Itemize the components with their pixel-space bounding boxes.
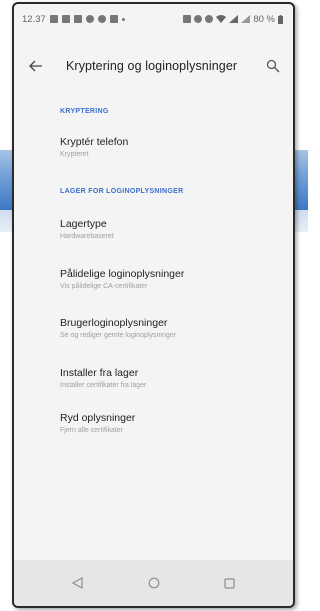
instagram-icon — [97, 15, 106, 23]
list-item-title: Ryd oplysninger — [60, 412, 136, 424]
list-item-title: Installer fra lager — [60, 367, 139, 379]
word-icon — [109, 15, 118, 23]
list-item-title: Lagertype — [60, 218, 107, 230]
status-time: 12.37 — [22, 13, 46, 25]
nav-home-icon[interactable] — [147, 576, 161, 590]
arrow-left-icon[interactable] — [24, 54, 48, 78]
navigation-bar — [14, 560, 293, 606]
list-item-summary: Fjern alle certifikater — [60, 427, 124, 434]
section-header-credential-storage: LAGER FOR LOGINOPLYSNINGER — [60, 188, 184, 195]
toolbar: Kryptering og loginoplysninger — [14, 48, 293, 84]
list-item-title: Pålidelige loginoplysninger — [60, 268, 185, 280]
battery-percent: 80 % — [253, 13, 275, 25]
phone-frame: 12.37 80 % Kryptering og loginoplysninge… — [12, 2, 295, 608]
list-item-trusted-credentials[interactable]: Pålidelige loginoplysninger Vis pålideli… — [60, 268, 283, 304]
list-item-encrypt-phone[interactable]: Kryptér telefon Krypteret — [60, 136, 283, 172]
list-item-title: Brugerloginoplysninger — [60, 317, 168, 329]
page-title: Kryptering og loginoplysninger — [66, 59, 238, 73]
list-item-summary: Krypteret — [60, 151, 89, 158]
list-item-user-credentials[interactable]: Brugerloginoplysninger Se og rediger gem… — [60, 317, 283, 353]
mail-icon — [49, 15, 58, 23]
bluetooth-icon — [194, 15, 203, 23]
nav-back-icon[interactable] — [71, 576, 85, 590]
list-item-summary: Se og rediger gemte loginoplysninger — [60, 332, 176, 339]
app-notification-icon — [85, 15, 94, 23]
status-bar: 12.37 80 % — [14, 4, 293, 34]
list-item-storage-type[interactable]: Lagertype Hardwarebaseret — [60, 218, 283, 254]
section-header-kryptering: KRYPTERING — [60, 108, 109, 115]
list-item-summary: Vis pålidelige CA-certifikater — [60, 283, 148, 290]
search-icon[interactable] — [261, 54, 285, 78]
more-notifications-icon — [121, 17, 125, 21]
list-item-summary: Hardwarebaseret — [60, 233, 114, 240]
list-item-install-from-storage[interactable]: Installer fra lager Installer certifikat… — [60, 367, 283, 403]
nav-recents-icon[interactable] — [223, 576, 237, 590]
signal-icon — [241, 15, 251, 23]
list-item-clear-credentials[interactable]: Ryd oplysninger Fjern alle certifikater — [60, 412, 283, 448]
download-icon — [73, 15, 82, 23]
list-item-title: Kryptér telefon — [60, 136, 129, 148]
facebook-icon — [61, 15, 70, 23]
key-icon — [183, 15, 192, 23]
signal-icon — [229, 15, 239, 23]
wifi-icon — [216, 15, 227, 23]
list-item-summary: Installer certifikater fra lager — [60, 382, 147, 389]
vibrate-icon — [205, 15, 214, 23]
battery-icon — [278, 14, 283, 24]
